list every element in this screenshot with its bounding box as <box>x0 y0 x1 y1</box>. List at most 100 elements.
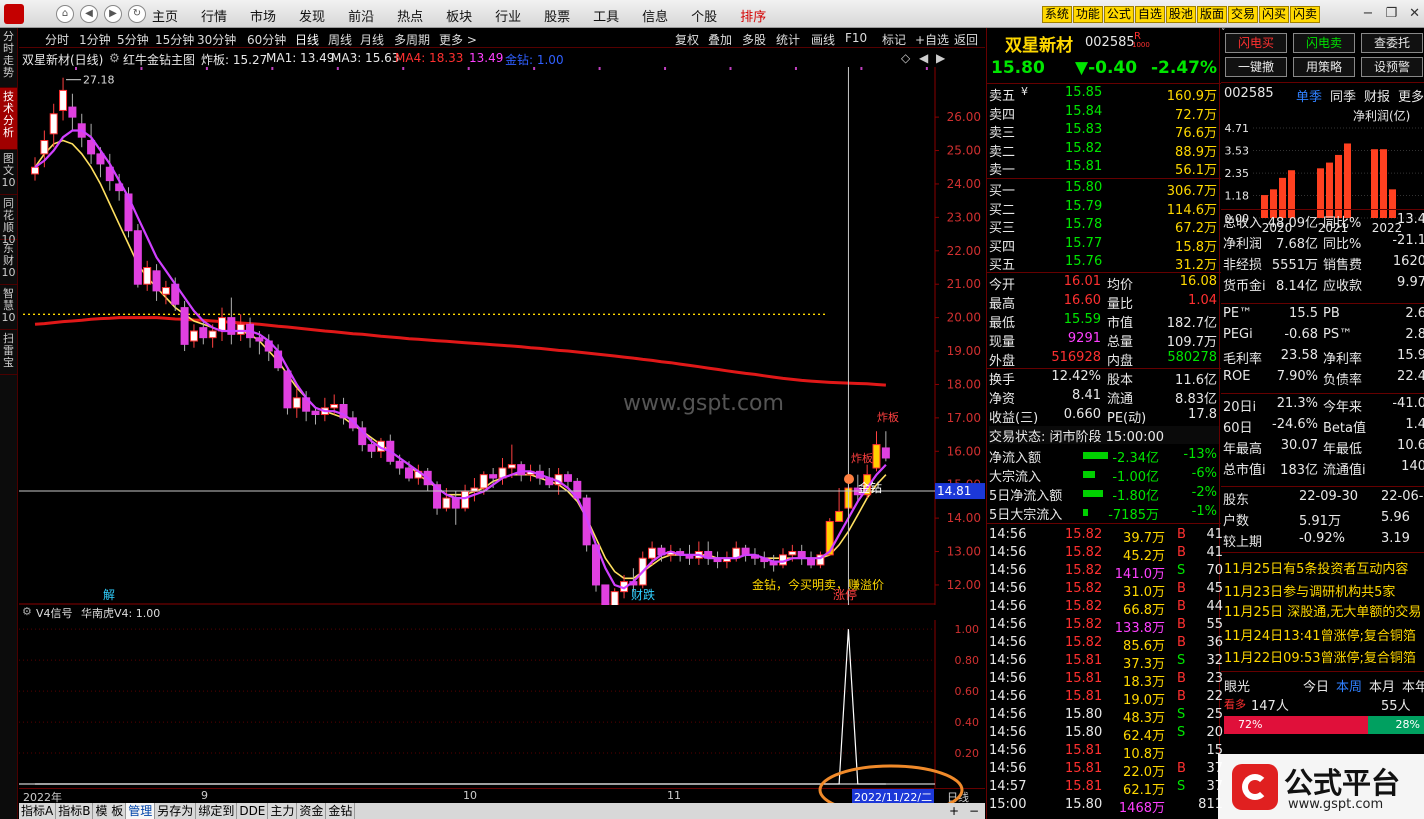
tool-button[interactable]: 股池 <box>1165 6 1196 23</box>
candle[interactable] <box>610 591 619 605</box>
menu-item[interactable]: 个股 <box>691 10 717 25</box>
quick-button[interactable]: 用策略 <box>1293 57 1355 77</box>
left-tab[interactable]: 智慧10 <box>0 285 17 330</box>
menu-item[interactable]: 发现 <box>299 10 325 25</box>
candle[interactable] <box>283 370 292 409</box>
bottom-tab[interactable]: 主力 <box>268 803 298 819</box>
chart-tool-button[interactable]: 复权 <box>675 31 699 48</box>
candle[interactable] <box>161 287 170 295</box>
left-tab[interactable]: 同花顺10 <box>0 195 17 246</box>
bottom-tab[interactable]: 另存为 <box>155 803 197 819</box>
f10-tab[interactable]: 更多 <box>1398 90 1424 105</box>
chart-tool-button[interactable]: +自选 <box>915 31 949 48</box>
period-tab[interactable]: 日线 <box>295 31 319 48</box>
quick-button[interactable]: 一键撤 <box>1225 57 1287 77</box>
menu-item[interactable]: 信息 <box>642 10 668 25</box>
f10-tab[interactable]: 同季 <box>1330 90 1356 105</box>
eyes-tab[interactable]: 本周 <box>1336 676 1362 695</box>
menu-item[interactable]: 股票 <box>544 10 570 25</box>
bottom-tab[interactable]: 金钻 <box>326 803 356 819</box>
candle[interactable] <box>461 490 470 509</box>
period-tab[interactable]: 更多 > <box>439 31 477 48</box>
chart-tool-button[interactable]: 统计 <box>776 31 800 48</box>
tool-button[interactable]: 交易 <box>1227 6 1258 23</box>
profit-bar[interactable] <box>1380 149 1387 218</box>
window-control-icon[interactable]: ✕ <box>1409 6 1420 21</box>
next-chart-icon[interactable]: ▶ <box>936 51 945 65</box>
menu-item[interactable]: 主页 <box>152 10 178 25</box>
kline-chart[interactable]: 26.00 25.00 24.00 23.00 22.00 21.00 20.00 19.00… <box>19 67 985 605</box>
candle[interactable] <box>479 474 488 489</box>
profit-bar[interactable] <box>1288 170 1295 218</box>
left-tab[interactable]: 东财10 <box>0 240 17 285</box>
left-tab[interactable]: 扫雷宝 <box>0 330 17 375</box>
candle[interactable] <box>59 89 68 111</box>
chart-tool-button[interactable]: 标记 <box>882 31 906 48</box>
bottom-tab[interactable]: 绑定到 <box>196 803 238 819</box>
forward-icon[interactable]: ▶ <box>104 5 122 23</box>
candle[interactable] <box>68 106 77 118</box>
candle[interactable] <box>507 464 516 469</box>
eyes-tab[interactable]: 本月 <box>1369 676 1395 695</box>
tool-button[interactable]: 系统 <box>1041 6 1072 23</box>
bottom-tab[interactable]: 指标A <box>19 803 57 819</box>
candle[interactable] <box>199 327 208 339</box>
candle[interactable] <box>405 467 413 479</box>
tool-button[interactable]: 版面 <box>1196 6 1227 23</box>
candle[interactable] <box>395 460 404 469</box>
candle[interactable] <box>208 330 217 339</box>
tool-button[interactable]: 闪买 <box>1258 6 1289 23</box>
candle[interactable] <box>788 551 797 556</box>
back-icon[interactable]: ◀ <box>80 5 98 23</box>
period-tab[interactable]: 15分钟 <box>155 31 194 48</box>
period-tab[interactable]: 5分钟 <box>117 31 149 48</box>
candle[interactable] <box>292 397 301 409</box>
bottom-tab[interactable]: 资金 <box>297 803 327 819</box>
menu-item[interactable]: 行业 <box>495 10 521 25</box>
formula-name[interactable]: 红牛金钻主图 <box>123 51 195 68</box>
period-tab[interactable]: 月线 <box>360 31 384 48</box>
candle[interactable] <box>442 497 451 509</box>
period-tab[interactable]: 多周期 <box>394 31 430 48</box>
candle[interactable] <box>189 330 198 342</box>
period-tab[interactable]: 60分钟 <box>247 31 286 48</box>
menu-item[interactable]: 工具 <box>593 10 619 25</box>
candle[interactable] <box>236 323 245 335</box>
chart-tool-button[interactable]: 画线 <box>811 31 835 48</box>
window-control-icon[interactable]: − <box>1363 6 1374 21</box>
tool-button[interactable]: 自选 <box>1134 6 1165 23</box>
left-tab[interactable]: 分时走势 <box>0 28 17 88</box>
refresh-icon[interactable]: ↻ <box>128 5 146 23</box>
candle[interactable] <box>330 404 339 409</box>
candle[interactable] <box>180 307 189 345</box>
zoom-out-icon[interactable]: − <box>967 803 981 819</box>
bottom-tab[interactable]: 模 板 <box>93 803 127 819</box>
candle[interactable] <box>31 166 39 175</box>
candle[interactable] <box>881 447 890 459</box>
period-tab[interactable]: 30分钟 <box>197 31 236 48</box>
zoom-in-icon[interactable]: + <box>947 803 961 819</box>
chart-tool-button[interactable]: 叠加 <box>708 31 732 48</box>
window-control-icon[interactable]: ❐ <box>1385 6 1397 21</box>
news-item[interactable]: 11月24日13:41曾涨停;复合铜箔 <box>1224 625 1416 644</box>
f10-tab[interactable]: 财报 <box>1364 90 1390 105</box>
chart-tool-button[interactable]: 返回 <box>954 31 978 48</box>
tool-button[interactable]: 闪卖 <box>1289 6 1320 23</box>
left-tab[interactable]: 技术分析 <box>0 88 17 150</box>
candle[interactable] <box>49 113 58 135</box>
candle[interactable] <box>311 410 320 416</box>
period-tab[interactable]: 1分钟 <box>79 31 111 48</box>
left-tab[interactable]: 图文10 <box>0 150 17 195</box>
candle[interactable] <box>40 140 49 155</box>
period-tab[interactable]: 分时 <box>45 31 69 48</box>
chart-tool-button[interactable]: F10 <box>845 31 867 45</box>
profit-bar[interactable] <box>1371 149 1378 218</box>
eyes-tab[interactable]: 本年 <box>1402 676 1424 695</box>
home-icon[interactable]: ⌂ <box>56 5 74 23</box>
tool-button[interactable]: 公式 <box>1103 6 1134 23</box>
formula-toggle-icon[interactable]: ⚙ <box>109 51 120 65</box>
candle[interactable] <box>489 474 498 479</box>
candle[interactable] <box>367 444 376 452</box>
menu-item[interactable]: 板块 <box>446 10 472 25</box>
chart-settings-icon[interactable]: ◇ <box>901 51 910 65</box>
